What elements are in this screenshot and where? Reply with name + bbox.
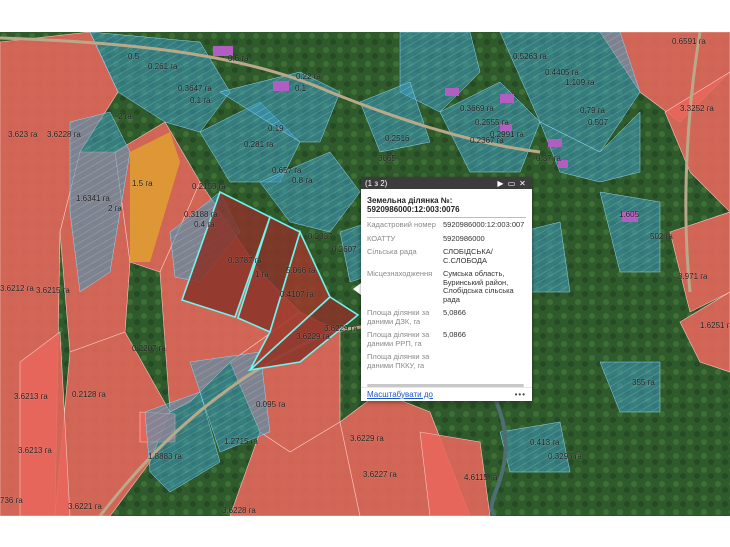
popup-pointer	[353, 283, 361, 295]
maximize-icon[interactable]: ▭	[506, 179, 517, 188]
popup-header: (1 з 2) ▶ ▭ ✕	[361, 177, 532, 189]
attr-key: Площа ділянки за даними ПККУ, га	[367, 352, 430, 370]
attr-value: 5920986000:12:003:007	[443, 220, 525, 229]
popup-counter: (1 з 2)	[365, 178, 388, 188]
popup-title: Земельна ділянка №: 5920986000:12:003:00…	[367, 196, 460, 214]
attr-value: 5920986000	[443, 233, 485, 243]
attr-row: Площа ділянки за даними ПККУ, га	[367, 352, 526, 370]
popup-footer: Масштабувати до •••	[361, 387, 532, 401]
close-icon[interactable]: ✕	[517, 179, 528, 188]
attr-key: Площа ділянки за даними ДЗК, га	[367, 308, 430, 326]
attr-row: Площа ділянки за даними ДЗК, га 5,0866	[367, 308, 526, 326]
attr-value: 5,0866	[443, 308, 466, 317]
attr-value: Сумська область, Буринський район, Слобі…	[443, 269, 514, 304]
attr-row: КОАТТУ 5920986000	[367, 233, 526, 244]
attr-row: Площа ділянки за даними РРП, га 5,0866	[367, 330, 526, 348]
attr-value: СЛОБІДСЬКА/ С.СЛОБОДА	[443, 247, 493, 265]
more-options-button[interactable]: •••	[515, 390, 526, 399]
attr-row: Кадастровий номер 5920986000:12:003:007	[367, 220, 526, 230]
attr-key: КОАТТУ	[367, 233, 396, 243]
attr-key: Кадастровий номер	[367, 220, 436, 229]
feature-popup: (1 з 2) ▶ ▭ ✕ Земельна ділянка №: 592098…	[361, 177, 532, 401]
attr-row: Сільська рада СЛОБІДСЬКА/ С.СЛОБОДА	[367, 247, 526, 265]
play-next-icon[interactable]: ▶	[495, 179, 506, 188]
popup-attributes: Кадастровий номер 5920986000:12:003:007 …	[361, 218, 532, 383]
attr-value	[443, 353, 526, 370]
attr-key: Площа ділянки за даними РРП, га	[367, 330, 430, 348]
attr-key: Сільська рада	[367, 247, 417, 256]
zoom-to-link[interactable]: Масштабувати до	[367, 390, 515, 399]
attr-value: 5,0866	[443, 330, 466, 339]
attr-key: Місцезнаходження	[367, 269, 433, 278]
attr-row: Місцезнаходження Сумська область, Буринс…	[367, 269, 526, 304]
